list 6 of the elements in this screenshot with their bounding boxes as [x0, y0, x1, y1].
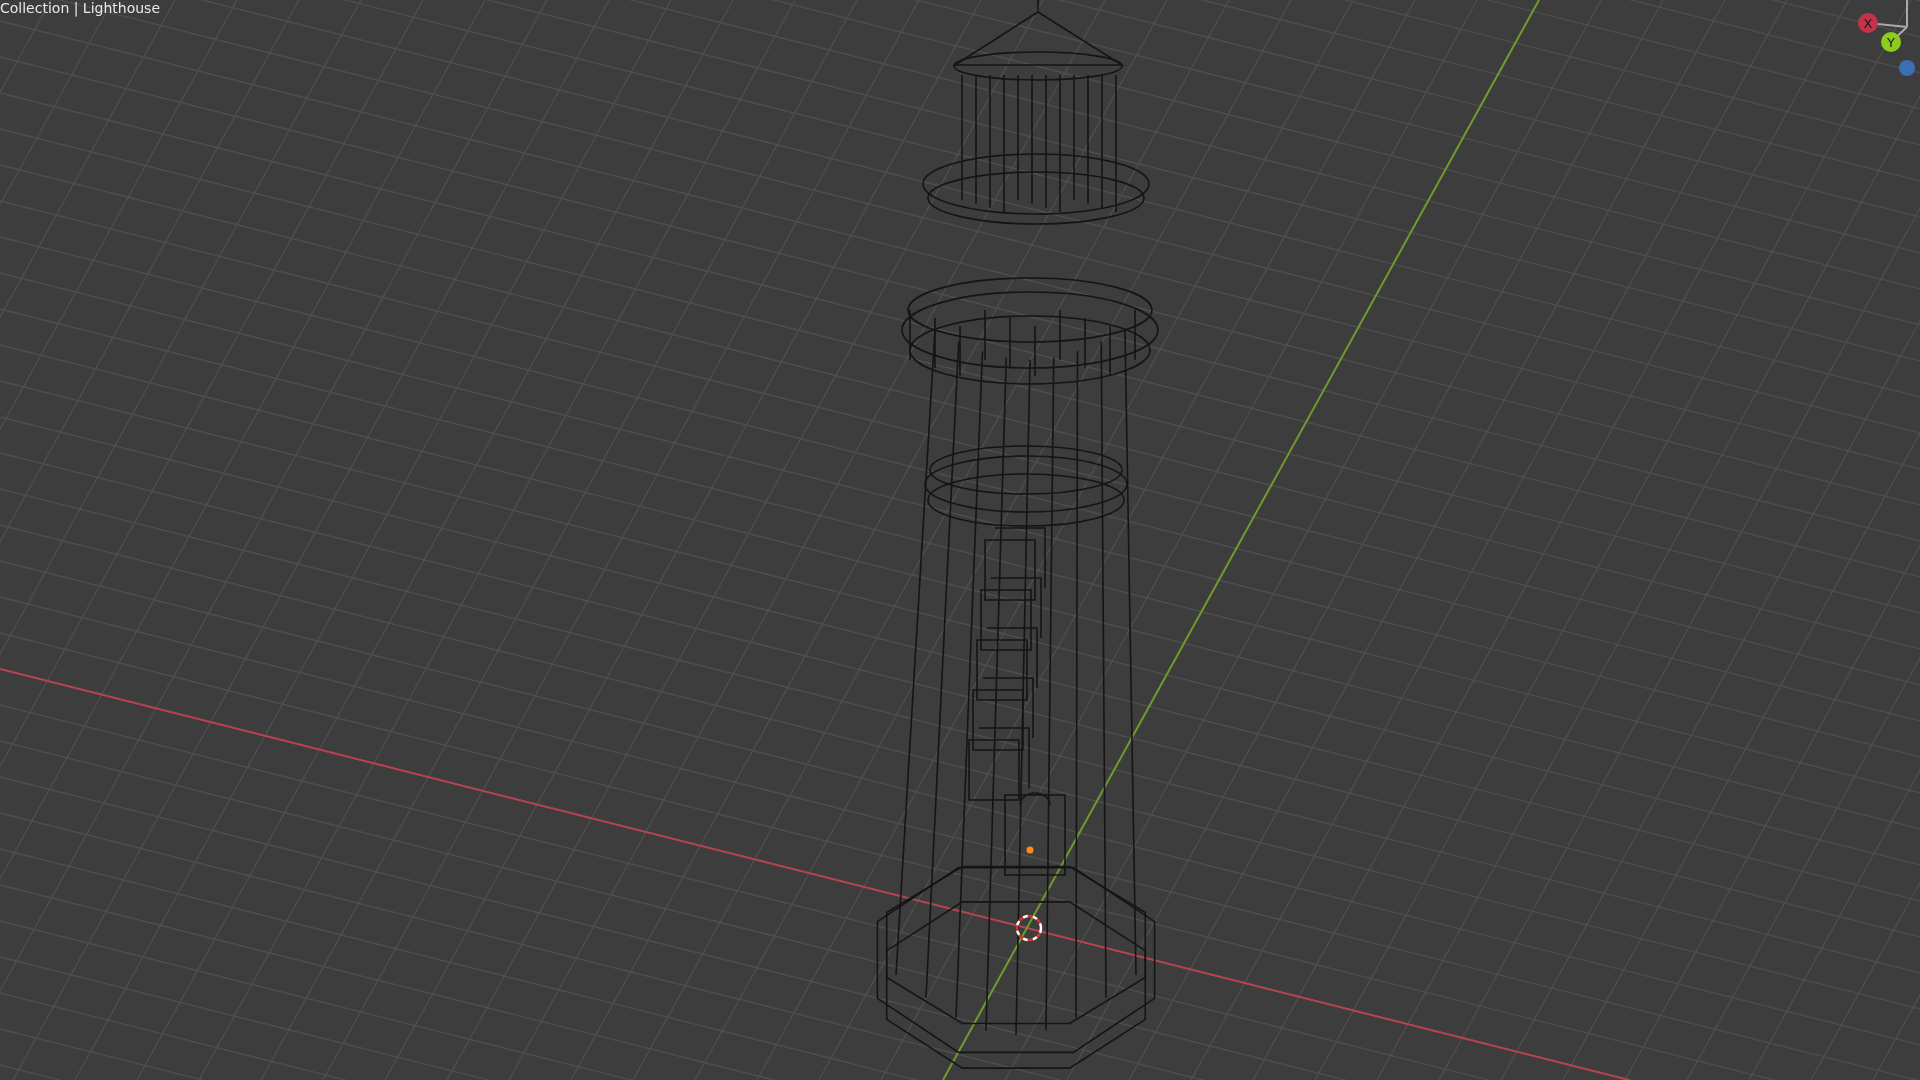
viewport[interactable]: Collection | Lighthouse X Y — [0, 0, 1920, 1080]
gizmo-axis-button[interactable] — [1899, 60, 1915, 76]
gizmo-axis-button[interactable]: Y — [1881, 32, 1901, 52]
viewport-header: Collection | Lighthouse — [0, 0, 161, 16]
3d-cursor-icon — [1015, 914, 1043, 942]
origin-dot — [1026, 846, 1034, 854]
